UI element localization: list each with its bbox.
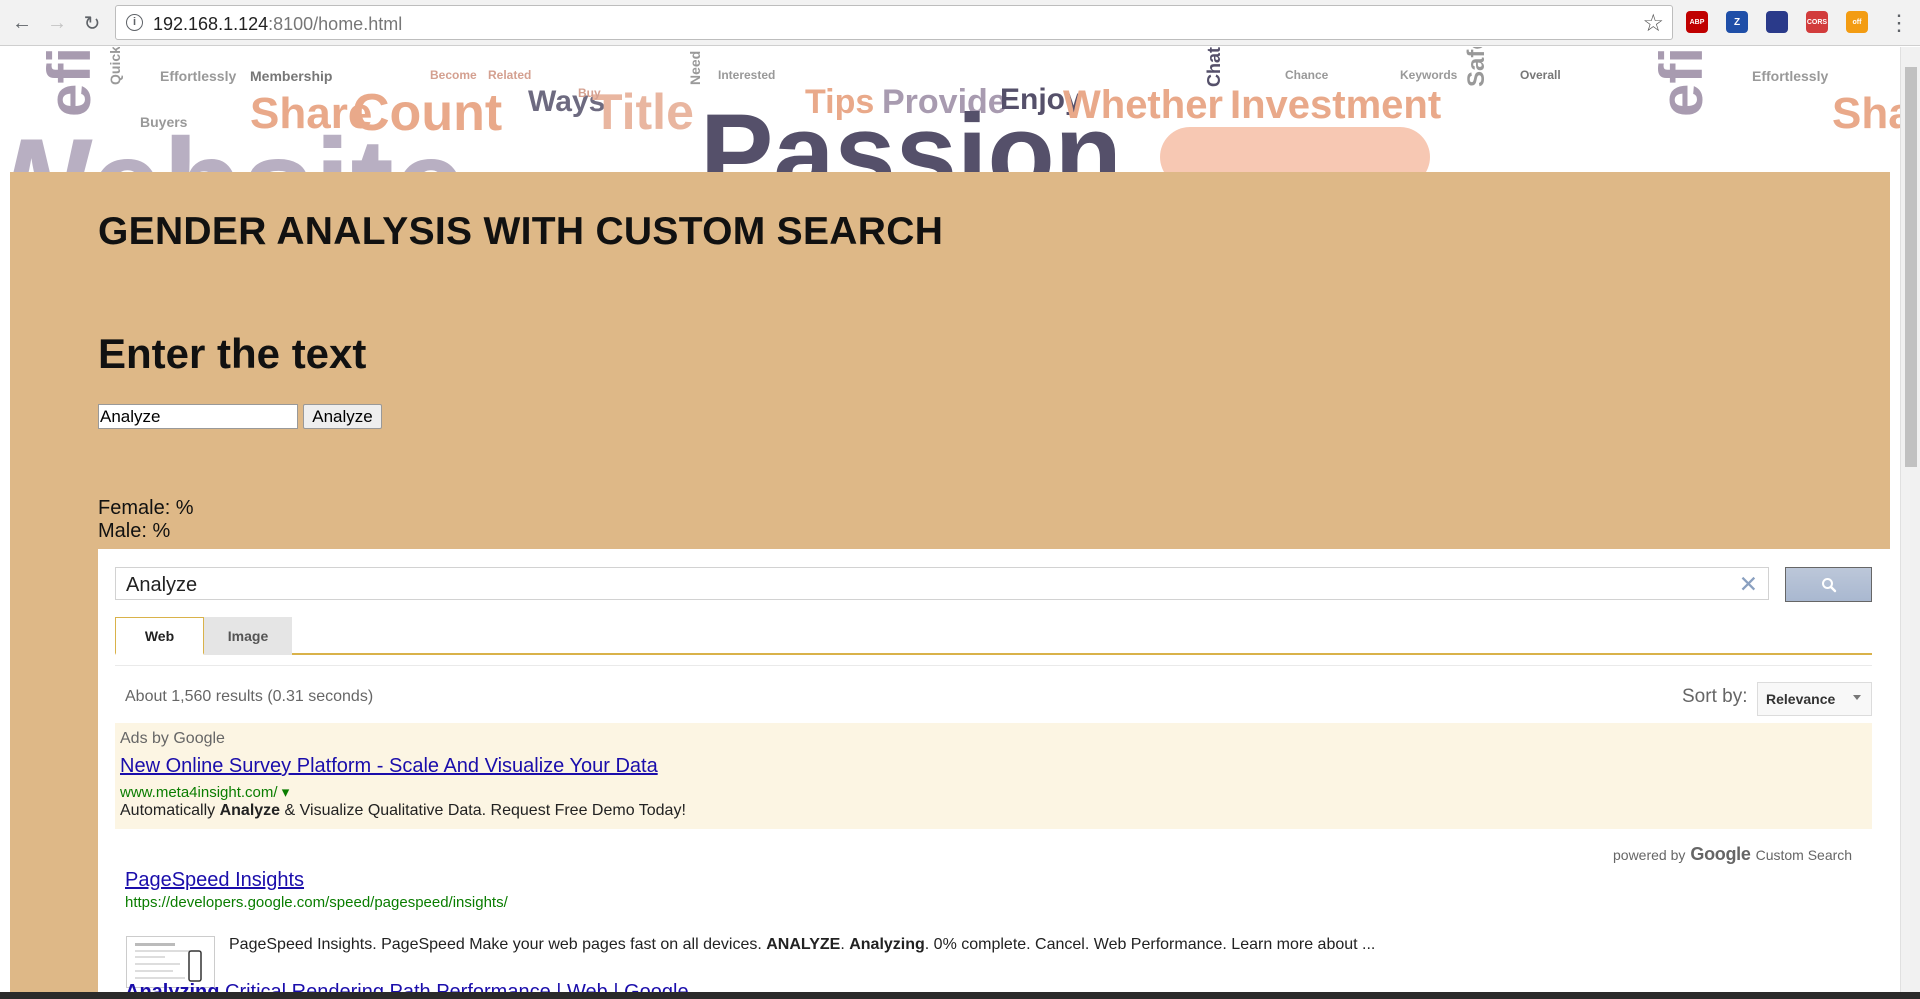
- powered-by-google: powered by Google Custom Search: [1613, 844, 1852, 865]
- google-logo: Google: [1690, 844, 1751, 864]
- vertical-scrollbar[interactable]: [1900, 47, 1920, 992]
- ad-desc-bold: Analyze: [219, 802, 281, 819]
- banner-word: Investment: [1230, 83, 1442, 127]
- address-bar[interactable]: i 192.168.1.124:8100/home.html ☆: [115, 5, 1673, 40]
- banner-word: Effortlessly: [1752, 68, 1829, 84]
- back-arrow-icon[interactable]: ←: [8, 9, 36, 37]
- off-toggle-icon[interactable]: off: [1846, 11, 1868, 33]
- banner-word: efits: [36, 47, 103, 117]
- result-title-link[interactable]: PageSpeed Insights: [125, 869, 304, 892]
- banner-word: Chat: [1204, 47, 1224, 87]
- abp-icon[interactable]: ABP: [1686, 11, 1708, 33]
- sort-value: Relevance: [1766, 691, 1836, 707]
- results-count: About 1,560 results (0.31 seconds): [125, 688, 374, 705]
- banner-word: Sha: [1832, 89, 1900, 138]
- banner-word: efits: [1648, 47, 1715, 117]
- clear-icon[interactable]: ✕: [1739, 571, 1758, 598]
- result-title-rest: Critical Rendering Path Performance | We…: [219, 981, 711, 992]
- ads-by-google: Ads by Google: [120, 730, 225, 747]
- search-query: Analyze: [126, 574, 198, 596]
- url-host: 192.168.1.124: [153, 14, 269, 34]
- ad-desc-text-end: & Visualize Qualitative Data. Request Fr…: [280, 802, 686, 819]
- page-viewport: efits Share Count Ways Title Tips Provide Enjoy…: [0, 47, 1900, 992]
- banner-word: Membership: [250, 68, 333, 84]
- banner-word: Need: [687, 50, 703, 85]
- tab-web[interactable]: Web: [115, 617, 204, 655]
- sort-select[interactable]: Relevance: [1757, 682, 1872, 716]
- snippet-bold-1: ANALYZE: [766, 936, 841, 953]
- chevron-down-icon: [1853, 695, 1861, 700]
- snippet-bold-2: Analyzing: [849, 936, 925, 953]
- ad-url[interactable]: www.meta4insight.com/ ▾: [120, 783, 289, 801]
- page-title: GENDER ANALYSIS WITH CUSTOM SEARCH: [98, 210, 944, 253]
- banner-shape: [1160, 127, 1430, 172]
- search-icon: [1821, 577, 1836, 592]
- banner-word: Passion: [700, 92, 1122, 173]
- ad-block: Ads by Google New Online Survey Platform…: [115, 723, 1872, 829]
- banner-word: Keywords: [1400, 68, 1458, 82]
- url-path: :8100/home.html: [268, 14, 403, 34]
- ad-title-link[interactable]: New Online Survey Platform - Scale And V…: [120, 755, 658, 778]
- custom-search-text: Custom Search: [1755, 846, 1853, 863]
- ad-description: Automatically Analyze & Visualize Qualit…: [120, 802, 686, 820]
- banner-word: Quickly: [107, 47, 123, 85]
- male-percent: Male: %: [98, 520, 171, 542]
- banner-word: Title: [592, 84, 694, 140]
- bookmark-star-icon[interactable]: ☆: [1642, 9, 1664, 38]
- snippet-text-end: . 0% complete. Cancel. Web Performance. …: [924, 936, 1376, 953]
- browser-toolbar: ← → ↻ i 192.168.1.124:8100/home.html ☆ A…: [0, 0, 1920, 46]
- ad-desc-text: Automatically: [120, 802, 220, 819]
- powered-by-text: powered by: [1613, 846, 1686, 863]
- url-text: 192.168.1.124:8100/home.html: [153, 14, 402, 35]
- result-title-link[interactable]: Analyzing Critical Rendering Path Perfor…: [125, 981, 711, 992]
- banner-word: Related: [488, 68, 532, 82]
- banner-word: Interested: [718, 68, 776, 82]
- banner-word: Buy: [578, 86, 601, 100]
- result-snippet: PageSpeed Insights. PageSpeed Make your …: [229, 936, 1375, 954]
- word-cloud-banner: efits Share Count Ways Title Tips Provide Enjoy…: [0, 47, 1900, 172]
- banner-word: Overall: [1520, 68, 1561, 82]
- banner-word: Website: [0, 119, 466, 172]
- scrollbar-thumb[interactable]: [1905, 67, 1917, 467]
- info-icon[interactable]: i: [126, 14, 143, 31]
- result-title-bold: Analyzing: [125, 981, 220, 992]
- analyze-button[interactable]: Analyze: [303, 404, 382, 429]
- snippet-text: PageSpeed Insights. PageSpeed Make your …: [229, 936, 767, 953]
- result-url: https://developers.google.com/speed/page…: [125, 894, 508, 911]
- bottom-bar: [0, 992, 1920, 999]
- cors-icon[interactable]: CORS: [1806, 11, 1828, 33]
- custom-search-box: Analyze ✕ Web Image About 1,560 results …: [98, 549, 1890, 992]
- banner-word: Chance: [1285, 68, 1329, 82]
- enter-text-heading: Enter the text: [98, 330, 367, 377]
- banner-word: Become: [430, 68, 477, 82]
- extension-icon[interactable]: [1766, 11, 1788, 33]
- result-tabs: Web Image: [115, 617, 1872, 655]
- search-input[interactable]: Analyze ✕: [115, 567, 1769, 600]
- search-button[interactable]: [1785, 567, 1872, 602]
- text-input[interactable]: [98, 404, 298, 429]
- banner-word: Safely: [1463, 47, 1490, 87]
- snippet-text-mid: .: [840, 936, 850, 953]
- female-percent: Female: %: [98, 497, 194, 519]
- banner-word: Effortlessly: [160, 68, 237, 84]
- main-panel: GENDER ANALYSIS WITH CUSTOM SEARCH Enter…: [10, 172, 1890, 992]
- browser-menu-icon[interactable]: ⋮: [1888, 9, 1910, 37]
- divider: [115, 665, 1872, 666]
- reload-icon[interactable]: ↻: [78, 9, 106, 37]
- sort-label: Sort by:: [1682, 686, 1748, 707]
- tab-image[interactable]: Image: [204, 617, 292, 655]
- zotero-icon[interactable]: Z: [1726, 11, 1748, 33]
- forward-arrow-icon[interactable]: →: [43, 9, 71, 37]
